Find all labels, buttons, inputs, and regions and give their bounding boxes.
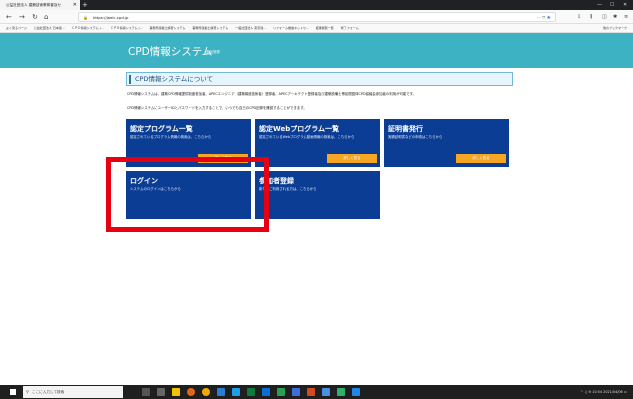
card-title: 認定Webプログラム一覧 bbox=[259, 125, 340, 133]
card-title: 証明書発行 bbox=[388, 125, 423, 133]
taskbar: ⚲ ここに入力して検索 ^ ♫ ✉ 10:54 2021/04/06 ▭ bbox=[0, 385, 633, 399]
other-bookmarks[interactable]: 他のブックマーク bbox=[603, 24, 627, 32]
url-text: https://jaeic-cpd.jp bbox=[93, 15, 129, 20]
windows-start-icon[interactable] bbox=[10, 389, 16, 395]
bookmark-item[interactable]: 事務局建築士講習システム bbox=[149, 26, 185, 30]
bookmark-item[interactable]: よく見るページ bbox=[6, 26, 27, 30]
about-description: CPD情報システムにユーザーIDとパスワードを入力することで、いつでも自己のCP… bbox=[127, 106, 307, 110]
home-icon[interactable]: ⌂ bbox=[44, 10, 48, 24]
extension-icon[interactable]: ✱ bbox=[613, 10, 617, 24]
lock-icon: 🔒 bbox=[83, 15, 88, 20]
back-icon[interactable]: ← bbox=[6, 10, 12, 24]
downloads-icon[interactable]: ⇩ bbox=[577, 10, 581, 24]
site-header bbox=[0, 33, 633, 68]
site-subtitle: 参加登録 bbox=[206, 50, 220, 54]
bookmark-item[interactable]: ＣＰＤ情報システム (... bbox=[111, 26, 143, 30]
app-icon[interactable] bbox=[277, 388, 285, 396]
web-program-list-card[interactable]: 認定Webプログラム一覧 認定されているWebプログラム動画情報の検索は、こちら… bbox=[255, 119, 380, 167]
reload-icon[interactable]: ↻ bbox=[32, 10, 38, 24]
system-tray[interactable]: ^ ♫ ✉ 10:54 2021/04/06 ▭ bbox=[580, 385, 627, 399]
more-button[interactable]: 詳しく見る bbox=[327, 154, 377, 163]
app-icon[interactable] bbox=[157, 388, 165, 396]
bookmark-item[interactable]: 修了フォーム bbox=[341, 26, 359, 30]
app-icon[interactable] bbox=[337, 388, 345, 396]
maximize-icon[interactable]: ☐ bbox=[610, 0, 614, 10]
app-icon[interactable] bbox=[322, 388, 330, 396]
card-body: 認定されているプログラム情報の検索は、こちらから bbox=[130, 135, 212, 139]
outlook-icon[interactable] bbox=[262, 388, 270, 396]
heading-accent-bar bbox=[129, 75, 131, 84]
window-close-icon[interactable]: ✕ bbox=[623, 0, 627, 10]
bookmarks-toolbar: よく見るページ 公益社団法人 日本建... ＣＰＤ情報システム (... ＣＰＤ… bbox=[0, 24, 633, 33]
menu-icon[interactable]: ≡ bbox=[624, 10, 628, 24]
card-body: 新たにご利用される方は、こちらから bbox=[259, 187, 317, 191]
browser-tab[interactable]: 公益社団法人 建築技術教育普及セ ✕ bbox=[0, 0, 80, 10]
app-icon[interactable] bbox=[232, 388, 240, 396]
app-icon[interactable] bbox=[307, 388, 315, 396]
bookmark-star-icon[interactable]: ★ bbox=[547, 15, 551, 21]
bookmark-item[interactable]: 一般社団法人 東京建... bbox=[235, 26, 266, 30]
word-icon[interactable] bbox=[217, 388, 225, 396]
bookmark-item[interactable]: 結果閲覧一覧 bbox=[316, 26, 334, 30]
close-icon[interactable]: ✕ bbox=[73, 0, 77, 10]
notification-icon[interactable]: ▭ bbox=[624, 390, 627, 394]
forward-icon[interactable]: → bbox=[19, 10, 25, 24]
app-icon[interactable] bbox=[292, 388, 300, 396]
task-view-icon[interactable] bbox=[142, 388, 150, 396]
minimize-icon[interactable]: — bbox=[597, 0, 602, 10]
page-actions-icon[interactable]: ··· bbox=[537, 15, 541, 20]
tray-time: 10:54 bbox=[592, 390, 603, 394]
search-icon: ⚲ bbox=[26, 389, 29, 394]
more-button[interactable]: 詳しく見る bbox=[456, 154, 506, 163]
taskbar-search-input[interactable]: ⚲ ここに入力して検索 bbox=[23, 386, 123, 398]
search-placeholder: ここに入力して検索 bbox=[32, 390, 65, 394]
tray-icons: ^ ♫ ✉ bbox=[580, 390, 593, 394]
shield-icon[interactable]: ⛉ bbox=[542, 15, 545, 20]
browser-tab-bar: 公益社団法人 建築技術教育普及セ ✕ + — ☐ ✕ bbox=[0, 0, 633, 10]
about-heading-box: CPD情報システムについて bbox=[126, 72, 513, 86]
card-body: 実績証明書などの申請はこちらから bbox=[388, 135, 443, 139]
sidebar-icon[interactable]: ◫ bbox=[602, 10, 607, 24]
card-title: 認定プログラム一覧 bbox=[130, 125, 193, 133]
address-bar[interactable]: 🔒 https://jaeic-cpd.jp ··· ⛉ ★ bbox=[78, 12, 556, 22]
tray-date: 2021/04/06 bbox=[603, 390, 623, 394]
bookmark-item[interactable]: 事務局建築士講習システム bbox=[192, 26, 228, 30]
browser-nav-bar: ← → ↻ ⌂ 🔒 https://jaeic-cpd.jp ··· ⛉ ★ ⇩… bbox=[0, 10, 633, 24]
certificate-card[interactable]: 証明書発行 実績証明書などの申請はこちらから 詳しく見る bbox=[384, 119, 509, 167]
bookmark-item[interactable]: リフォーム推進ネットワ... bbox=[273, 26, 309, 30]
firefox-icon[interactable] bbox=[187, 388, 195, 396]
bookmark-item[interactable]: 公益社団法人 日本建... bbox=[34, 26, 65, 30]
library-icon[interactable]: ⫼ bbox=[590, 10, 592, 24]
chrome-icon[interactable] bbox=[202, 388, 210, 396]
card-body: 認定されているWebプログラム動画情報の検索は、こちらから bbox=[259, 135, 355, 139]
tab-title: 公益社団法人 建築技術教育普及セ bbox=[6, 3, 62, 7]
excel-icon[interactable] bbox=[247, 388, 255, 396]
about-description: CPD情報システムは、建築CPD情報提供制度参加者、APECエンジニア（建築構造… bbox=[127, 92, 417, 96]
new-tab-button[interactable]: + bbox=[82, 0, 88, 10]
file-explorer-icon[interactable] bbox=[172, 388, 180, 396]
bookmark-item[interactable]: ＣＰＤ情報システム (... bbox=[72, 26, 104, 30]
app-icon[interactable] bbox=[352, 388, 360, 396]
register-card[interactable]: 参加者登録 新たにご利用される方は、こちらから bbox=[255, 171, 380, 219]
site-title[interactable]: CPD情報システム bbox=[128, 46, 212, 58]
about-title: CPD情報システムについて bbox=[135, 75, 214, 83]
highlight-frame bbox=[106, 157, 269, 232]
